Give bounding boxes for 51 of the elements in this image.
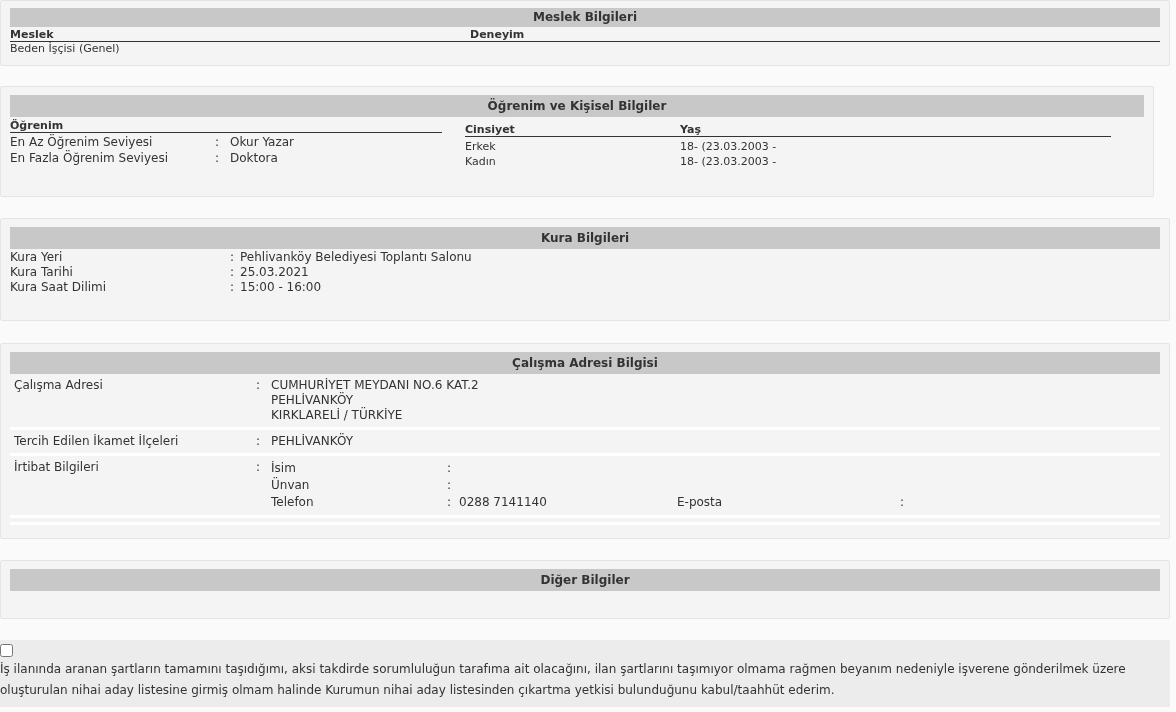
section-header: Öğrenim ve Kişisel Bilgiler	[10, 95, 1144, 117]
field-label: Tercih Edilen İkamet İlçeleri	[14, 434, 180, 449]
field-value: PEHLİVANKÖY	[271, 434, 354, 449]
table-cell: 18- (23.03.2003 -	[680, 154, 777, 169]
table-cell: 18- (23.03.2003 -	[680, 139, 777, 154]
address-line: PEHLİVANKÖY	[271, 393, 355, 407]
colon-separator: :	[230, 265, 236, 280]
colon-separator: :	[256, 378, 262, 394]
field-label: Çalışma Adresi	[14, 378, 104, 394]
field-label: Kura Tarihi	[10, 265, 74, 280]
colon-separator: :	[230, 250, 236, 265]
contact-value: 0288 7141140	[459, 495, 547, 509]
column-header: Cinsiyet	[465, 123, 516, 136]
colon-separator: :	[215, 134, 221, 150]
field-value: 15:00 - 16:00	[240, 280, 322, 295]
section-header: Diğer Bilgiler	[10, 569, 1160, 591]
field-value: 25.03.2021	[240, 265, 309, 280]
field-label: En Fazla Öğrenim Seviyesi	[10, 150, 170, 166]
table-cell-text: Beden İşçisi (Genel)	[10, 42, 121, 56]
declaration-text: İş ilanında aranan şartların tamamını taşıdığımı, aksi takdirde sorumluluğun tarafıma ait olacağını, ilan şartlarını taşımıyor olmama rağmen beyanım nedeniyle işverene gönderilmek üzere oluşturulan nihai aday listesine girmiş olmam halinde Kurumun nihai aday listesinden çıkartma yetkisi bulunduğunu kabul/taahhüt ederim.	[0, 661, 1127, 699]
field-value: Pehlivanköy Belediyesi Toplantı Salonu	[240, 250, 472, 265]
address-line: CUMHURİYET MEYDANI NO.6 KAT.2	[271, 378, 479, 392]
field-value: Okur Yazar	[230, 134, 294, 150]
column-header: Meslek	[10, 28, 55, 41]
colon-separator: :	[447, 494, 453, 511]
agreement-checkbox[interactable]	[0, 644, 13, 657]
colon-separator: :	[215, 150, 221, 166]
field-value: Doktora	[230, 150, 278, 166]
colon-separator: :	[230, 280, 236, 295]
field-label: Kura Yeri	[10, 250, 64, 265]
column-header: Deneyim	[470, 28, 525, 41]
contact-label: Telefon	[271, 494, 315, 511]
field-label: İrtibat Bilgileri	[14, 460, 100, 476]
field-label: Kura Saat Dilimi	[10, 280, 108, 295]
table-cell-text: Erkek	[465, 139, 497, 154]
colon-separator: :	[256, 434, 262, 449]
colon-separator: :	[900, 494, 905, 511]
contact-label: E-posta	[677, 494, 724, 511]
column-header: Yaş	[680, 123, 701, 136]
colon-separator: :	[447, 460, 453, 477]
section-header: Meslek Bilgileri	[10, 8, 1160, 27]
field-label: En Az Öğrenim Seviyesi	[10, 134, 154, 150]
colon-separator: :	[447, 477, 453, 494]
section-header: Çalışma Adresi Bilgisi	[10, 352, 1160, 374]
section-header: Kura Bilgileri	[10, 227, 1160, 249]
contact-label: İsim	[271, 460, 297, 477]
address-line: KIRKLARELİ / TÜRKİYE	[271, 408, 404, 423]
column-header: Öğrenim	[10, 119, 442, 133]
table-cell-text: Kadın	[465, 154, 497, 169]
colon-separator: :	[256, 460, 262, 476]
contact-label: Ünvan	[271, 477, 311, 494]
